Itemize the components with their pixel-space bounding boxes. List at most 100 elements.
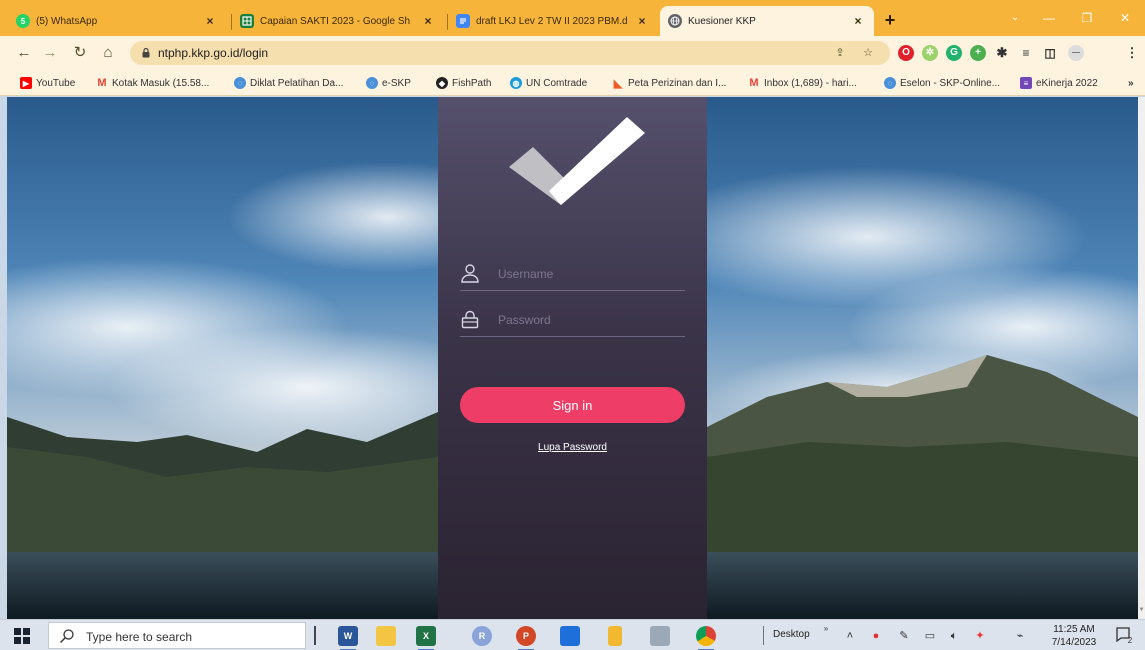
bookmark-item[interactable]: ◌ Eselon - SKP-Online... (884, 75, 1000, 91)
app-tray-icon[interactable]: ✦ (972, 628, 988, 644)
bookmark-item[interactable]: ◆ FishPath (436, 75, 491, 91)
chevron-up-icon[interactable]: ˄ (842, 628, 858, 644)
tab-kuesioner-kkp[interactable]: Kuesioner KKP × (660, 6, 874, 36)
chrome-icon[interactable] (696, 626, 716, 650)
share-icon[interactable]: ⇪ (832, 45, 848, 61)
browser-toolbar: ← → ↻ ⌂ ntphp.kkp.go.id/login ⇪ ☆ O ✲ G … (0, 36, 1145, 70)
reload-icon[interactable]: ↻ (70, 43, 90, 63)
restore-icon[interactable]: ❐ (1074, 8, 1100, 28)
bookmark-item[interactable]: M Kotak Masuk (15.58... (96, 75, 209, 91)
tab-title: draft LKJ Lev 2 TW II 2023 PBM.d (476, 15, 628, 27)
opera-extension-icon[interactable]: O (898, 45, 914, 61)
bookmark-item[interactable]: ◣ Peta Perizinan dan I... (612, 75, 727, 91)
back-icon[interactable]: ← (14, 43, 34, 63)
checkmark-logo-icon (509, 117, 645, 205)
system-clock[interactable]: 11:25 AM 7/14/2023 (1042, 623, 1106, 649)
calculator-icon[interactable] (650, 626, 670, 646)
url-text: ntphp.kkp.go.id/login (158, 46, 269, 60)
globe-icon (668, 14, 682, 28)
tab-title: Capaian SAKTI 2023 - Google Sh (260, 15, 411, 27)
clock-time: 11:25 AM (1053, 624, 1095, 635)
globe-icon: ◌ (884, 77, 896, 89)
google-sheets-icon (240, 14, 254, 28)
password-field (460, 303, 685, 337)
battery-icon[interactable]: ▭ (922, 628, 938, 644)
search-icon (60, 629, 74, 643)
network-icon[interactable]: ⌁ (1012, 628, 1028, 644)
username-field (460, 257, 685, 291)
peta-icon: ◣ (613, 77, 623, 90)
app-r-icon[interactable]: R (472, 626, 492, 646)
close-window-icon[interactable]: ✕ (1112, 8, 1138, 28)
password-input[interactable] (498, 308, 678, 332)
username-input[interactable] (498, 262, 678, 286)
search-placeholder: Type here to search (86, 630, 193, 644)
powerpoint-icon[interactable]: P (516, 626, 536, 650)
new-tab-button[interactable]: + (880, 10, 900, 30)
windows-start-icon[interactable] (14, 628, 30, 644)
desktop-toolbar-label[interactable]: Desktop (773, 629, 810, 640)
bookmarks-bar: ▶ YouTube M Kotak Masuk (15.58... ◌ Diklat … (0, 70, 1145, 96)
clock-date: 7/14/2023 (1051, 637, 1097, 648)
globe-icon: ◌ (366, 77, 378, 89)
menu-kebab-icon[interactable]: ⋮ (1124, 45, 1140, 61)
side-panel-icon[interactable]: ◫ (1042, 45, 1058, 61)
forward-icon[interactable]: → (40, 43, 60, 63)
page-scrollbar[interactable]: ▼ (1138, 97, 1145, 619)
bookmark-item[interactable]: M Inbox (1,689) - hari... (748, 75, 856, 91)
windows-taskbar: Type here to search W X R P Desktop » ˄ … (0, 619, 1145, 650)
reading-list-icon[interactable]: ≡ (1018, 45, 1034, 61)
minimize-icon[interactable]: — (1036, 8, 1062, 28)
grammarly-icon[interactable]: G (946, 45, 962, 61)
add-extension-icon[interactable]: + (970, 45, 986, 61)
tab-capaian-sakti[interactable]: Capaian SAKTI 2023 - Google Sh × (232, 6, 444, 36)
tab-search-icon[interactable]: ⌄ (1002, 8, 1028, 28)
bookmarks-overflow-icon[interactable]: » (1128, 75, 1134, 91)
globe-icon: ◌ (234, 77, 246, 89)
bookmark-item[interactable]: ◌ Diklat Pelatihan Da... (234, 75, 343, 91)
antivirus-icon[interactable]: ● (868, 628, 884, 644)
address-bar[interactable]: ntphp.kkp.go.id/login ⇪ ☆ (130, 41, 890, 65)
profile-avatar-icon[interactable]: — (1068, 45, 1084, 61)
close-tab-icon[interactable]: × (850, 14, 866, 28)
lock-icon (142, 47, 150, 58)
word-icon[interactable]: W (338, 626, 358, 650)
extension-icon[interactable]: ✲ (922, 45, 938, 61)
forgot-password-link[interactable]: Lupa Password (438, 442, 707, 453)
un-comtrade-icon: ◍ (510, 77, 522, 89)
puzzle-icon[interactable]: ✱ (994, 45, 1010, 61)
bookmark-item[interactable]: ≡ eKinerja 2022 (1020, 75, 1098, 91)
taskbar-search-box[interactable]: Type here to search (48, 622, 306, 649)
close-tab-icon[interactable]: × (202, 14, 218, 28)
bookmark-item[interactable]: ▶ YouTube (20, 75, 75, 91)
tab-title: (5) WhatsApp (36, 15, 98, 27)
speaker-icon[interactable]: 🔈︎ (946, 628, 962, 644)
sign-in-button[interactable]: Sign in (460, 387, 685, 423)
folder-icon[interactable] (608, 626, 622, 646)
taskbar-divider (314, 626, 316, 645)
close-tab-icon[interactable]: × (420, 14, 436, 28)
bookmark-star-icon[interactable]: ☆ (860, 45, 876, 61)
login-page: Sign in Lupa Password (7, 97, 1138, 619)
desktop-toolbar-expand[interactable]: » (818, 621, 834, 637)
home-icon[interactable]: ⌂ (98, 43, 118, 63)
bookmark-item[interactable]: ◍ UN Comtrade (510, 75, 587, 91)
gmail-icon: M (97, 77, 107, 89)
pen-icon[interactable]: ✎ (896, 628, 912, 644)
taskbar-divider (763, 626, 764, 645)
bookmark-item[interactable]: ◌ e-SKP (366, 75, 411, 91)
file-explorer-icon[interactable] (376, 626, 396, 646)
gmail-icon: M (749, 77, 759, 89)
fishpath-icon: ◆ (436, 77, 448, 89)
tab-title: Kuesioner KKP (688, 15, 756, 27)
whatsapp-icon: 5 (16, 14, 30, 28)
youtube-icon: ▶ (20, 77, 32, 89)
user-icon (461, 264, 479, 283)
scroll-down-icon[interactable]: ▼ (1138, 607, 1145, 613)
tab-draft-lkj[interactable]: draft LKJ Lev 2 TW II 2023 PBM.d × (448, 6, 658, 36)
vpn-shield-icon[interactable] (560, 626, 580, 646)
excel-icon[interactable]: X (416, 626, 436, 650)
google-forms-icon: ≡ (1020, 77, 1032, 89)
close-tab-icon[interactable]: × (634, 14, 650, 28)
tab-whatsapp[interactable]: 5 (5) WhatsApp × (8, 6, 226, 36)
